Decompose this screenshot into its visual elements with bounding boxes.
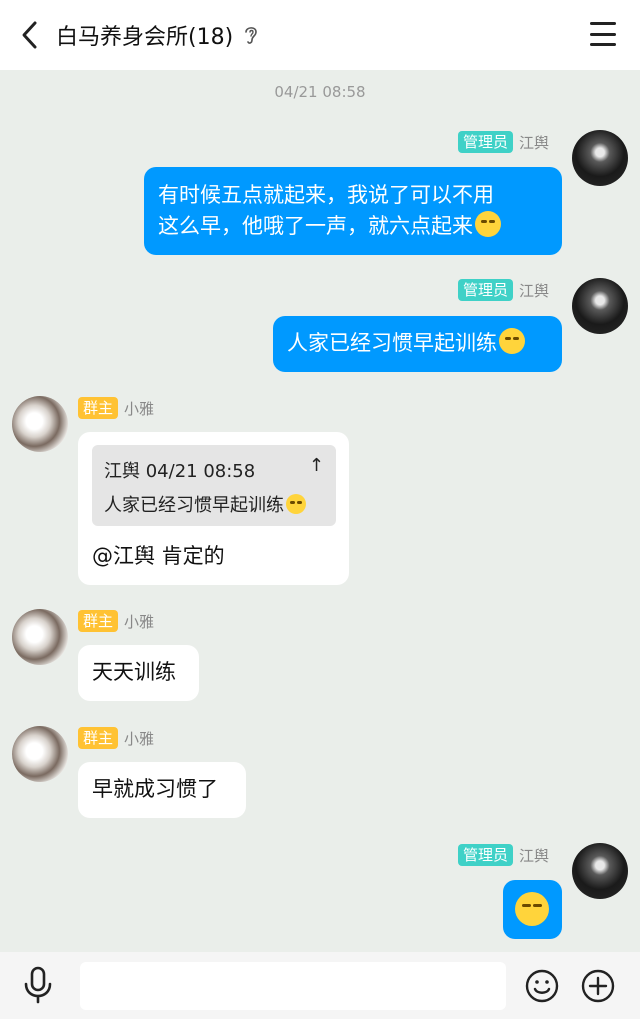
avatar[interactable]: [12, 396, 68, 452]
sender-name: 江舆: [519, 133, 550, 152]
title-container[interactable]: 白马养身会所(18): [56, 0, 259, 70]
message-bubble[interactable]: 人家已经习惯早起训练: [273, 316, 562, 372]
sender-name: 小雅: [124, 399, 155, 418]
role-badge: 群主: [78, 610, 119, 632]
chat-header: 白马养身会所(18): [0, 0, 640, 70]
role-badge: 群主: [78, 727, 119, 749]
sender-name: 江舆: [519, 846, 550, 865]
avatar[interactable]: [572, 130, 628, 186]
smiley-icon: [525, 969, 559, 1003]
ear-icon: [243, 24, 259, 46]
message-text: @江舆 肯定的: [92, 544, 225, 568]
menu-button[interactable]: [590, 22, 616, 46]
sender-meta: 群主 小雅: [78, 727, 154, 749]
emoji-button[interactable]: [525, 969, 559, 1003]
sender-meta: 群主 小雅: [78, 610, 154, 632]
message-bubble[interactable]: [503, 880, 562, 939]
avatar[interactable]: [12, 726, 68, 782]
chevron-left-icon: [22, 21, 37, 49]
sender-name: 江舆: [519, 281, 550, 300]
emoji-icon: [499, 328, 525, 354]
avatar[interactable]: [12, 609, 68, 665]
message-bubble[interactable]: 有时候五点就起来，我说了可以不用 这么早，他哦了一声，就六点起来: [144, 167, 562, 255]
message-text: 早就成习惯了: [92, 777, 218, 801]
plus-button[interactable]: [581, 969, 615, 1003]
quote-header: 江舆 04/21 08:58: [104, 461, 256, 482]
group-title: 白马养身会所(18): [56, 25, 234, 50]
microphone-button[interactable]: [22, 966, 54, 1004]
sender-meta: 管理员 江舆: [458, 279, 549, 301]
role-badge: 管理员: [458, 131, 514, 153]
message-text: 人家已经习惯早起训练: [287, 331, 497, 355]
message-bubble[interactable]: 早就成习惯了: [78, 762, 246, 818]
avatar[interactable]: [572, 278, 628, 334]
sender-name: 小雅: [124, 612, 155, 631]
quote-text: 人家已经习惯早起训练: [104, 495, 284, 516]
message-bubble[interactable]: 天天训练: [78, 645, 199, 701]
sender-name: 小雅: [124, 729, 155, 748]
microphone-icon: [24, 966, 52, 1004]
message-timestamp: 04/21 08:58: [274, 83, 366, 101]
avatar[interactable]: [572, 843, 628, 899]
role-badge: 管理员: [458, 279, 514, 301]
sender-meta: 群主 小雅: [78, 397, 154, 419]
smirk-emoji-icon: [515, 892, 549, 926]
quoted-message[interactable]: 江舆 04/21 08:58 ↑ 人家已经习惯早起训练: [92, 445, 336, 526]
sender-meta: 管理员 江舆: [458, 844, 549, 866]
plus-circle-icon: [581, 969, 615, 1003]
message-input[interactable]: [80, 962, 506, 1010]
message-text: 这么早，他哦了一声，就六点起来: [158, 214, 473, 238]
emoji-icon: [475, 211, 501, 237]
hamburger-menu-icon: [590, 22, 616, 25]
input-bar: [0, 952, 640, 1019]
quote-jump-icon[interactable]: ↑: [309, 455, 324, 476]
sender-meta: 管理员 江舆: [458, 131, 549, 153]
role-badge: 群主: [78, 397, 119, 419]
emoji-icon: [286, 494, 306, 514]
message-text: 天天训练: [92, 660, 176, 684]
back-button[interactable]: [14, 18, 44, 52]
role-badge: 管理员: [458, 844, 514, 866]
message-text: 有时候五点就起来，我说了可以不用: [158, 183, 494, 207]
